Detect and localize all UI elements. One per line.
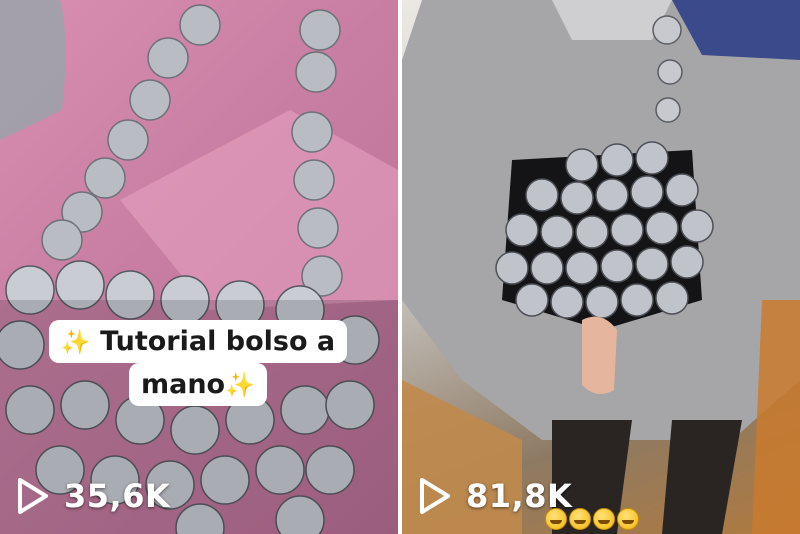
view-count: 35,6K [64,477,171,515]
caption-line-1: Tutorial bolso a [100,326,336,357]
grimacing-face-icon [593,508,615,530]
video-thumbnail-1 [0,0,398,534]
video-thumbnail-2 [402,0,800,534]
video-caption: ✨ Tutorial bolso a mano✨ [38,320,358,407]
grimacing-face-icon [569,508,591,530]
video-tile-1[interactable]: ✨ Tutorial bolso a mano✨ 35,6K [0,0,398,534]
play-icon [420,478,450,514]
video-grid: ✨ Tutorial bolso a mano✨ 35,6K 81,8K [0,0,800,534]
grimacing-face-icon [617,508,639,530]
sparkles-icon: ✨ [60,328,91,356]
view-stats: 35,6K [14,476,170,516]
emoji-row [545,508,639,530]
video-tile-2[interactable]: 81,8K [402,0,800,534]
play-icon [18,478,48,514]
sparkles-icon: ✨ [225,371,255,400]
caption-line-2: mano [140,369,226,401]
grimacing-face-icon [545,508,567,530]
